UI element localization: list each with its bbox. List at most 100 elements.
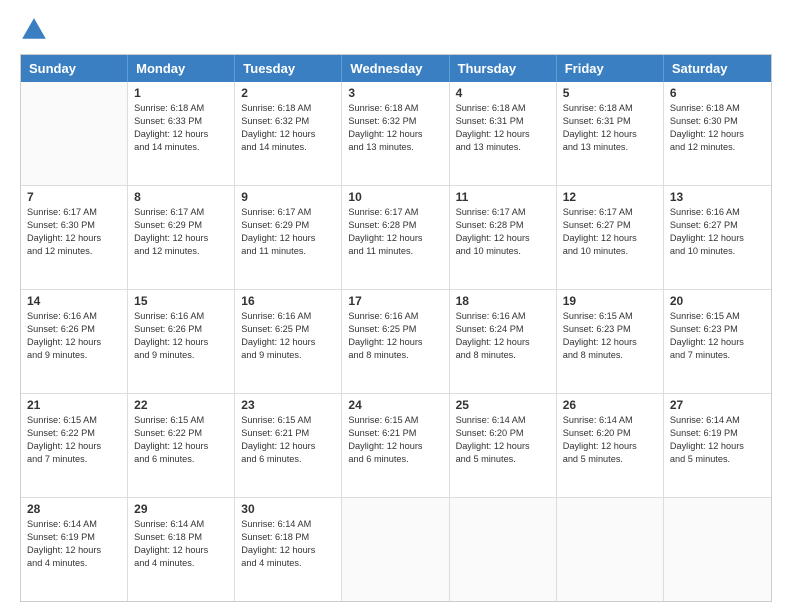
calendar-cell: 18 Sunrise: 6:16 AM Sunset: 6:24 PM Dayli… [450,290,557,393]
day-number: 6 [670,86,765,100]
day-number: 28 [27,502,121,516]
calendar: SundayMondayTuesdayWednesdayThursdayFrid… [20,54,772,602]
day-number: 23 [241,398,335,412]
cell-content: Sunrise: 6:15 AM Sunset: 6:23 PM Dayligh… [670,310,765,362]
day-number: 8 [134,190,228,204]
cell-content: Sunrise: 6:18 AM Sunset: 6:31 PM Dayligh… [563,102,657,154]
calendar-cell: 20 Sunrise: 6:15 AM Sunset: 6:23 PM Dayli… [664,290,771,393]
day-number: 30 [241,502,335,516]
header-day-friday: Friday [557,55,664,82]
logo [20,16,52,44]
cell-content: Sunrise: 6:15 AM Sunset: 6:23 PM Dayligh… [563,310,657,362]
day-number: 14 [27,294,121,308]
day-number: 22 [134,398,228,412]
day-number: 27 [670,398,765,412]
calendar-week-4: 21 Sunrise: 6:15 AM Sunset: 6:22 PM Dayli… [21,393,771,497]
day-number: 12 [563,190,657,204]
calendar-cell: 22 Sunrise: 6:15 AM Sunset: 6:22 PM Dayli… [128,394,235,497]
cell-content: Sunrise: 6:17 AM Sunset: 6:30 PM Dayligh… [27,206,121,258]
day-number: 17 [348,294,442,308]
calendar-cell: 29Sunrise: 6:14 AM Sunset: 6:18 PM Dayli… [128,498,235,601]
calendar-cell: 5 Sunrise: 6:18 AM Sunset: 6:31 PM Daylig… [557,82,664,185]
calendar-cell: 26Sunrise: 6:14 AM Sunset: 6:20 PM Dayli… [557,394,664,497]
page: SundayMondayTuesdayWednesdayThursdayFrid… [0,0,792,612]
calendar-cell: 30 Sunrise: 6:14 AM Sunset: 6:18 PM Dayli… [235,498,342,601]
day-number: 7 [27,190,121,204]
cell-content: Sunrise: 6:14 AM Sunset: 6:19 PM Dayligh… [27,518,121,570]
cell-content: Sunrise: 6:16 AM Sunset: 6:26 PM Dayligh… [27,310,121,362]
calendar-cell: 10 Sunrise: 6:17 AM Sunset: 6:28 PM Dayli… [342,186,449,289]
calendar-cell: 17 Sunrise: 6:16 AM Sunset: 6:25 PM Dayli… [342,290,449,393]
cell-content: Sunrise: 6:15 AM Sunset: 6:21 PM Dayligh… [241,414,335,466]
day-number: 21 [27,398,121,412]
header-day-monday: Monday [128,55,235,82]
calendar-cell [557,498,664,601]
calendar-cell: 13Sunrise: 6:16 AM Sunset: 6:27 PM Dayli… [664,186,771,289]
cell-content: Sunrise: 6:14 AM Sunset: 6:19 PM Dayligh… [670,414,765,466]
cell-content: Sunrise: 6:14 AM Sunset: 6:20 PM Dayligh… [563,414,657,466]
day-number: 18 [456,294,550,308]
calendar-cell [664,498,771,601]
day-number: 20 [670,294,765,308]
cell-content: Sunrise: 6:18 AM Sunset: 6:33 PM Dayligh… [134,102,228,154]
day-number: 15 [134,294,228,308]
calendar-cell: 24Sunrise: 6:15 AM Sunset: 6:21 PM Dayli… [342,394,449,497]
day-number: 4 [456,86,550,100]
cell-content: Sunrise: 6:16 AM Sunset: 6:25 PM Dayligh… [241,310,335,362]
calendar-cell [450,498,557,601]
day-number: 24 [348,398,442,412]
calendar-cell: 21 Sunrise: 6:15 AM Sunset: 6:22 PM Dayli… [21,394,128,497]
calendar-cell [21,82,128,185]
calendar-body: 1 Sunrise: 6:18 AM Sunset: 6:33 PM Daylig… [21,82,771,601]
calendar-cell: 6 Sunrise: 6:18 AM Sunset: 6:30 PM Daylig… [664,82,771,185]
day-number: 1 [134,86,228,100]
calendar-cell: 16 Sunrise: 6:16 AM Sunset: 6:25 PM Dayli… [235,290,342,393]
calendar-cell: 7 Sunrise: 6:17 AM Sunset: 6:30 PM Daylig… [21,186,128,289]
day-number: 2 [241,86,335,100]
cell-content: Sunrise: 6:17 AM Sunset: 6:29 PM Dayligh… [241,206,335,258]
cell-content: Sunrise: 6:18 AM Sunset: 6:30 PM Dayligh… [670,102,765,154]
day-number: 25 [456,398,550,412]
cell-content: Sunrise: 6:16 AM Sunset: 6:25 PM Dayligh… [348,310,442,362]
header-day-wednesday: Wednesday [342,55,449,82]
day-number: 19 [563,294,657,308]
header-day-saturday: Saturday [664,55,771,82]
calendar-header: SundayMondayTuesdayWednesdayThursdayFrid… [21,55,771,82]
calendar-cell: 19 Sunrise: 6:15 AM Sunset: 6:23 PM Dayli… [557,290,664,393]
cell-content: Sunrise: 6:15 AM Sunset: 6:22 PM Dayligh… [134,414,228,466]
cell-content: Sunrise: 6:16 AM Sunset: 6:26 PM Dayligh… [134,310,228,362]
cell-content: Sunrise: 6:17 AM Sunset: 6:28 PM Dayligh… [348,206,442,258]
cell-content: Sunrise: 6:16 AM Sunset: 6:27 PM Dayligh… [670,206,765,258]
header-day-tuesday: Tuesday [235,55,342,82]
day-number: 11 [456,190,550,204]
calendar-cell: 28 Sunrise: 6:14 AM Sunset: 6:19 PM Dayli… [21,498,128,601]
calendar-cell: 25Sunrise: 6:14 AM Sunset: 6:20 PM Dayli… [450,394,557,497]
calendar-cell: 4Sunrise: 6:18 AM Sunset: 6:31 PM Daylig… [450,82,557,185]
day-number: 16 [241,294,335,308]
cell-content: Sunrise: 6:18 AM Sunset: 6:32 PM Dayligh… [348,102,442,154]
day-number: 10 [348,190,442,204]
calendar-cell: 1 Sunrise: 6:18 AM Sunset: 6:33 PM Daylig… [128,82,235,185]
day-number: 3 [348,86,442,100]
header-day-sunday: Sunday [21,55,128,82]
cell-content: Sunrise: 6:17 AM Sunset: 6:28 PM Dayligh… [456,206,550,258]
calendar-cell: 27 Sunrise: 6:14 AM Sunset: 6:19 PM Dayli… [664,394,771,497]
calendar-cell: 11 Sunrise: 6:17 AM Sunset: 6:28 PM Dayli… [450,186,557,289]
calendar-cell: 14 Sunrise: 6:16 AM Sunset: 6:26 PM Dayli… [21,290,128,393]
cell-content: Sunrise: 6:14 AM Sunset: 6:18 PM Dayligh… [241,518,335,570]
calendar-cell: 3 Sunrise: 6:18 AM Sunset: 6:32 PM Daylig… [342,82,449,185]
day-number: 5 [563,86,657,100]
cell-content: Sunrise: 6:17 AM Sunset: 6:27 PM Dayligh… [563,206,657,258]
calendar-week-3: 14 Sunrise: 6:16 AM Sunset: 6:26 PM Dayli… [21,289,771,393]
calendar-cell: 8 Sunrise: 6:17 AM Sunset: 6:29 PM Daylig… [128,186,235,289]
header [20,16,772,44]
day-number: 9 [241,190,335,204]
calendar-week-1: 1 Sunrise: 6:18 AM Sunset: 6:33 PM Daylig… [21,82,771,185]
day-number: 29 [134,502,228,516]
cell-content: Sunrise: 6:15 AM Sunset: 6:22 PM Dayligh… [27,414,121,466]
calendar-cell: 15 Sunrise: 6:16 AM Sunset: 6:26 PM Dayli… [128,290,235,393]
cell-content: Sunrise: 6:17 AM Sunset: 6:29 PM Dayligh… [134,206,228,258]
cell-content: Sunrise: 6:18 AM Sunset: 6:32 PM Dayligh… [241,102,335,154]
calendar-cell: 2 Sunrise: 6:18 AM Sunset: 6:32 PM Daylig… [235,82,342,185]
cell-content: Sunrise: 6:16 AM Sunset: 6:24 PM Dayligh… [456,310,550,362]
